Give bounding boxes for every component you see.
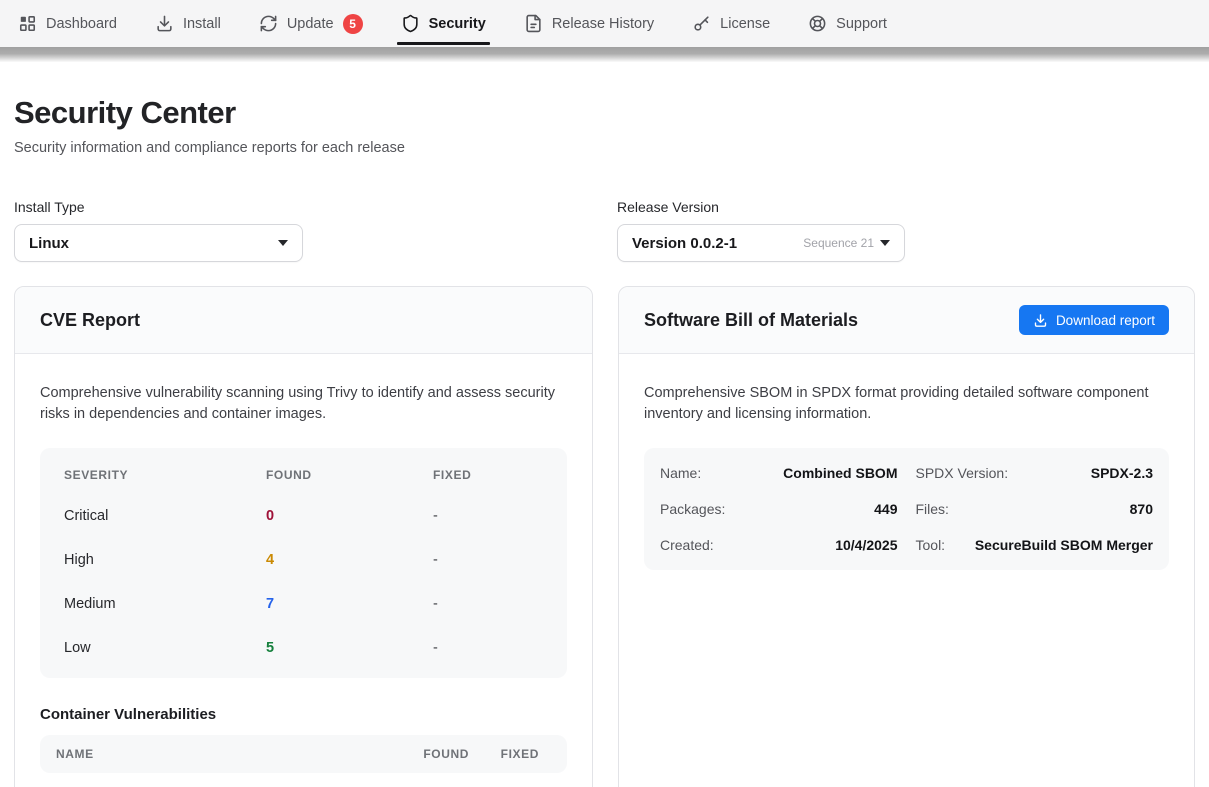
- sbom-packages-value: 449: [733, 501, 897, 517]
- fixed-count: -: [433, 640, 543, 656]
- nav-item-install[interactable]: Install: [155, 0, 221, 47]
- refresh-icon: [259, 14, 278, 33]
- found-col-header: FOUND: [266, 468, 433, 482]
- sbom-card-title: Software Bill of Materials: [644, 310, 858, 331]
- sbom-tool-value: SecureBuild SBOM Merger: [953, 537, 1153, 553]
- fixed-count: -: [433, 596, 543, 612]
- sbom-packages-label: Packages:: [660, 501, 725, 517]
- sbom-name-value: Combined SBOM: [709, 465, 897, 481]
- sbom-card-header: Software Bill of Materials Download repo…: [619, 287, 1194, 354]
- severity-table: SEVERITY FOUND FIXED Critical 0 - High 4…: [40, 448, 567, 678]
- found-count: 0: [266, 508, 433, 524]
- found-col-header: FOUND: [389, 747, 469, 761]
- release-version-select[interactable]: Version 0.0.2-1 Sequence 21: [617, 224, 905, 262]
- severity-label: High: [64, 552, 266, 568]
- lifebuoy-icon: [808, 14, 827, 33]
- fixed-count: -: [433, 508, 543, 524]
- document-icon: [524, 14, 543, 33]
- sbom-name-label: Name:: [660, 465, 701, 481]
- cards-row: CVE Report Comprehensive vulnerability s…: [14, 286, 1195, 787]
- table-row: Medium 7 -: [40, 582, 567, 626]
- nav-label: Dashboard: [46, 16, 117, 32]
- nav-item-support[interactable]: Support: [808, 0, 887, 47]
- cve-card-body: Comprehensive vulnerability scanning usi…: [15, 354, 592, 773]
- sbom-card: Software Bill of Materials Download repo…: [618, 286, 1195, 787]
- table-row: Packages: 449 Files: 870: [644, 491, 1169, 527]
- install-type-label: Install Type: [14, 199, 303, 215]
- download-report-label: Download report: [1056, 313, 1155, 328]
- nav-item-update[interactable]: Update 5: [259, 0, 363, 47]
- release-version-value: Version 0.0.2-1: [632, 235, 737, 252]
- page-content: Security Center Security information and…: [0, 95, 1209, 787]
- shield-icon: [401, 14, 420, 33]
- cve-description: Comprehensive vulnerability scanning usi…: [40, 383, 567, 426]
- sbom-files-label: Files:: [916, 501, 949, 517]
- chevron-down-icon: [278, 240, 288, 246]
- nav-shadow-divider: [0, 47, 1209, 62]
- nav-item-release-history[interactable]: Release History: [524, 0, 654, 47]
- severity-col-header: SEVERITY: [64, 468, 266, 482]
- table-row: Low 5 -: [40, 626, 567, 670]
- table-row: Critical 0 -: [40, 494, 567, 538]
- sbom-spdx-version-label: SPDX Version:: [916, 465, 1009, 481]
- severity-label: Critical: [64, 508, 266, 524]
- nav-label: Install: [183, 16, 221, 32]
- download-report-button[interactable]: Download report: [1019, 305, 1169, 335]
- found-count: 5: [266, 640, 433, 656]
- page-subtitle: Security information and compliance repo…: [14, 140, 1195, 156]
- download-icon: [155, 14, 174, 33]
- key-icon: [692, 14, 711, 33]
- cve-report-card: CVE Report Comprehensive vulnerability s…: [14, 286, 593, 787]
- sbom-files-value: 870: [957, 501, 1153, 517]
- install-type-value: Linux: [29, 235, 69, 252]
- sbom-spdx-version-value: SPDX-2.3: [1016, 465, 1153, 481]
- sequence-tag: Sequence 21: [803, 236, 874, 250]
- chevron-down-icon: [880, 240, 890, 246]
- container-table-header: NAME FOUND FIXED: [40, 735, 567, 773]
- cve-card-title: CVE Report: [40, 310, 140, 331]
- severity-label: Low: [64, 640, 266, 656]
- release-version-label: Release Version: [617, 199, 905, 215]
- filters-row: Install Type Linux Release Version Versi…: [14, 199, 1195, 262]
- sbom-info-table: Name: Combined SBOM SPDX Version: SPDX-2…: [644, 448, 1169, 570]
- fixed-col-header: FIXED: [469, 747, 539, 761]
- sbom-created-label: Created:: [660, 537, 714, 553]
- found-count: 7: [266, 596, 433, 612]
- severity-label: Medium: [64, 596, 266, 612]
- fixed-col-header: FIXED: [433, 468, 543, 482]
- sbom-tool-label: Tool:: [916, 537, 946, 553]
- nav-label: Security: [429, 16, 486, 32]
- install-type-select[interactable]: Linux: [14, 224, 303, 262]
- sbom-created-value: 10/4/2025: [722, 537, 898, 553]
- table-row: High 4 -: [40, 538, 567, 582]
- table-row: Created: 10/4/2025 Tool: SecureBuild SBO…: [644, 527, 1169, 563]
- container-vulnerabilities-title: Container Vulnerabilities: [40, 706, 567, 723]
- name-col-header: NAME: [56, 747, 389, 761]
- fixed-count: -: [433, 552, 543, 568]
- nav-item-dashboard[interactable]: Dashboard: [18, 0, 117, 47]
- nav-item-license[interactable]: License: [692, 0, 770, 47]
- update-count-badge: 5: [343, 14, 363, 34]
- cve-card-header: CVE Report: [15, 287, 592, 354]
- nav-item-security[interactable]: Security: [401, 0, 486, 47]
- nav-label: Support: [836, 16, 887, 32]
- nav-label: License: [720, 16, 770, 32]
- download-icon: [1033, 313, 1048, 328]
- found-count: 4: [266, 552, 433, 568]
- page-title: Security Center: [14, 95, 1195, 131]
- sbom-description: Comprehensive SBOM in SPDX format provid…: [644, 383, 1169, 426]
- severity-table-header: SEVERITY FOUND FIXED: [40, 456, 567, 494]
- nav-label: Update: [287, 16, 334, 32]
- install-type-filter: Install Type Linux: [14, 199, 303, 262]
- top-navigation: Dashboard Install Update 5 Security Rele…: [0, 0, 1209, 47]
- release-version-filter: Release Version Version 0.0.2-1 Sequence…: [617, 199, 905, 262]
- table-row: Name: Combined SBOM SPDX Version: SPDX-2…: [644, 455, 1169, 491]
- nav-label: Release History: [552, 16, 654, 32]
- dashboard-icon: [18, 14, 37, 33]
- sbom-card-body: Comprehensive SBOM in SPDX format provid…: [619, 354, 1194, 570]
